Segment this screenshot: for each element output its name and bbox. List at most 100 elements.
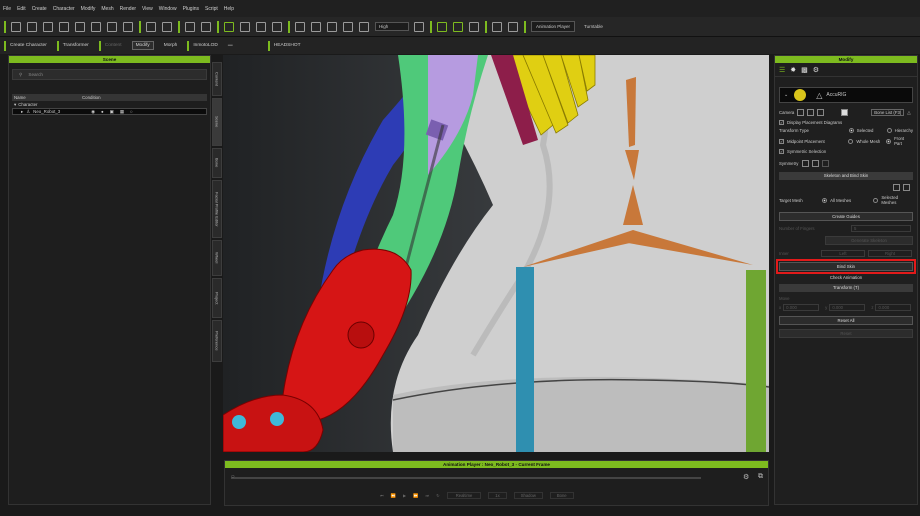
settings-icon[interactable]: ⚙: [743, 473, 749, 481]
menu-modify[interactable]: Modify: [81, 6, 96, 12]
tab-project[interactable]: Project: [212, 278, 222, 318]
save-icon[interactable]: [43, 21, 53, 32]
camera-front-icon[interactable]: [797, 109, 805, 116]
timeline-slider[interactable]: [231, 477, 701, 479]
wireframe-icon[interactable]: [359, 21, 369, 32]
loop-icon[interactable]: ↻: [436, 493, 440, 498]
menu-file[interactable]: File: [3, 6, 11, 12]
pose-icon[interactable]: △: [907, 110, 910, 116]
menu-create[interactable]: Create: [32, 6, 47, 12]
expand-icon[interactable]: ▸: [21, 109, 23, 115]
render-icon[interactable]: [107, 21, 117, 32]
bone-toggle[interactable]: Bone: [549, 492, 574, 499]
play-icon[interactable]: ○: [231, 474, 235, 480]
tree-group-character[interactable]: ▾ Character: [12, 101, 207, 108]
check-animation-button[interactable]: Check Animation: [779, 274, 913, 283]
menu-window[interactable]: Window: [159, 6, 177, 12]
shadow-toggle[interactable]: Shadow: [513, 492, 543, 499]
reset-all-button[interactable]: Reset All: [779, 316, 913, 325]
mirror-both-icon[interactable]: [822, 160, 830, 167]
move-icon[interactable]: [240, 21, 250, 32]
window-icon[interactable]: ⧉: [758, 473, 763, 481]
new-file-icon[interactable]: [11, 21, 21, 32]
right-button[interactable]: Right: [868, 250, 912, 257]
camera-side-icon[interactable]: [807, 109, 815, 116]
create-guides-button[interactable]: Create Guides: [779, 212, 913, 221]
select-icon[interactable]: [224, 21, 234, 32]
lock-icon[interactable]: ●: [101, 109, 104, 114]
modify-button[interactable]: Modify: [131, 41, 154, 50]
next-frame-icon[interactable]: ⏩: [413, 493, 418, 499]
frame-icon[interactable]: [327, 21, 337, 32]
fingers-dropdown[interactable]: 5: [851, 225, 911, 232]
pick-parent-icon[interactable]: [162, 21, 172, 32]
whole-mesh-radio[interactable]: [848, 138, 854, 144]
screenshot-icon[interactable]: [123, 21, 133, 32]
chevron-down-icon[interactable]: ⌄: [784, 92, 788, 98]
search-input[interactable]: ⚲ Search: [12, 69, 207, 80]
bone-list-button[interactable]: Bone List (F3): [871, 109, 905, 116]
first-frame-icon[interactable]: ⏮: [380, 493, 384, 498]
undo-icon[interactable]: [185, 21, 195, 32]
symmetric-checkbox[interactable]: ✓: [779, 149, 784, 154]
all-meshes-radio[interactable]: [822, 197, 828, 203]
import-icon[interactable]: [75, 21, 85, 32]
tab-scene[interactable]: Scene: [212, 98, 222, 146]
scale-icon[interactable]: [272, 21, 282, 32]
transform-section-header[interactable]: Transform (T): [779, 284, 913, 292]
bind-skin-button[interactable]: Bind Skin: [776, 259, 916, 274]
selected-radio[interactable]: [848, 128, 854, 133]
checker-icon[interactable]: ▩: [801, 66, 808, 74]
symmetric-row[interactable]: ✓ Symmetric Selection: [779, 149, 913, 154]
menu-mesh[interactable]: Mesh: [101, 6, 113, 12]
last-frame-icon[interactable]: ⏭: [425, 493, 429, 498]
gizmo-icon[interactable]: [437, 21, 447, 32]
menu-edit[interactable]: Edit: [17, 6, 26, 12]
display-placement-checkbox[interactable]: ✓: [779, 120, 784, 125]
display-placement-row[interactable]: ✓ Display Placement Diagrams: [779, 120, 913, 125]
tab-wheel[interactable]: Wheel: [212, 240, 222, 276]
x-input[interactable]: 0.000: [783, 304, 820, 311]
skeleton-section-header[interactable]: Skeleton and Bind Skin: [779, 172, 913, 180]
mirror-right-icon[interactable]: [812, 160, 820, 167]
create-character-button[interactable]: Create Character: [4, 40, 47, 51]
tab-preference[interactable]: Preference: [212, 320, 222, 362]
column-name[interactable]: Name: [12, 95, 82, 100]
menu-help[interactable]: Help: [224, 6, 234, 12]
speed-dropdown[interactable]: 1x: [488, 492, 507, 499]
camera-back-icon[interactable]: [817, 109, 825, 116]
3d-viewport[interactable]: [223, 55, 769, 452]
menu-plugins[interactable]: Plugins: [183, 6, 199, 12]
fit-view-icon[interactable]: [311, 21, 321, 32]
rotate-icon[interactable]: [256, 21, 266, 32]
column-condition[interactable]: Condition: [82, 95, 101, 100]
menu-view[interactable]: View: [142, 6, 153, 12]
selected-meshes-radio[interactable]: [873, 197, 879, 203]
generate-skeleton-button[interactable]: Generate Skeleton: [825, 236, 913, 245]
transformer-button[interactable]: Transformer: [56, 40, 89, 51]
tab-content[interactable]: Content: [212, 62, 222, 96]
snap-icon[interactable]: [146, 21, 156, 32]
misc-icon[interactable]: ○: [130, 109, 133, 114]
content-button[interactable]: Content: [98, 40, 122, 51]
realtime-dropdown[interactable]: Realtime: [446, 492, 482, 499]
gear-icon[interactable]: ⚙: [813, 66, 819, 74]
play-button-icon[interactable]: ▶: [403, 493, 406, 498]
bone-display-icon[interactable]: [453, 21, 463, 32]
front-part-radio[interactable]: [886, 138, 892, 144]
collapse-icon[interactable]: ▾: [14, 102, 16, 108]
open-file-icon[interactable]: [27, 21, 37, 32]
export-icon[interactable]: [903, 184, 910, 191]
tab-bone[interactable]: Bone: [212, 148, 222, 178]
visibility-icon[interactable]: ◉: [91, 109, 95, 115]
left-button[interactable]: Left: [821, 250, 865, 257]
sliders-icon[interactable]: ☰: [779, 66, 785, 74]
light-icon[interactable]: [414, 21, 424, 32]
skeleton-icon[interactable]: [469, 21, 479, 32]
animation-player-button[interactable]: Animation Player: [531, 21, 576, 32]
reset-button[interactable]: Reset: [779, 329, 913, 338]
morph-button[interactable]: Morph: [164, 43, 178, 48]
home-icon[interactable]: [295, 21, 305, 32]
pin-icon[interactable]: [492, 21, 502, 32]
inmotion-button[interactable]: InmotoLOD: [187, 40, 218, 51]
